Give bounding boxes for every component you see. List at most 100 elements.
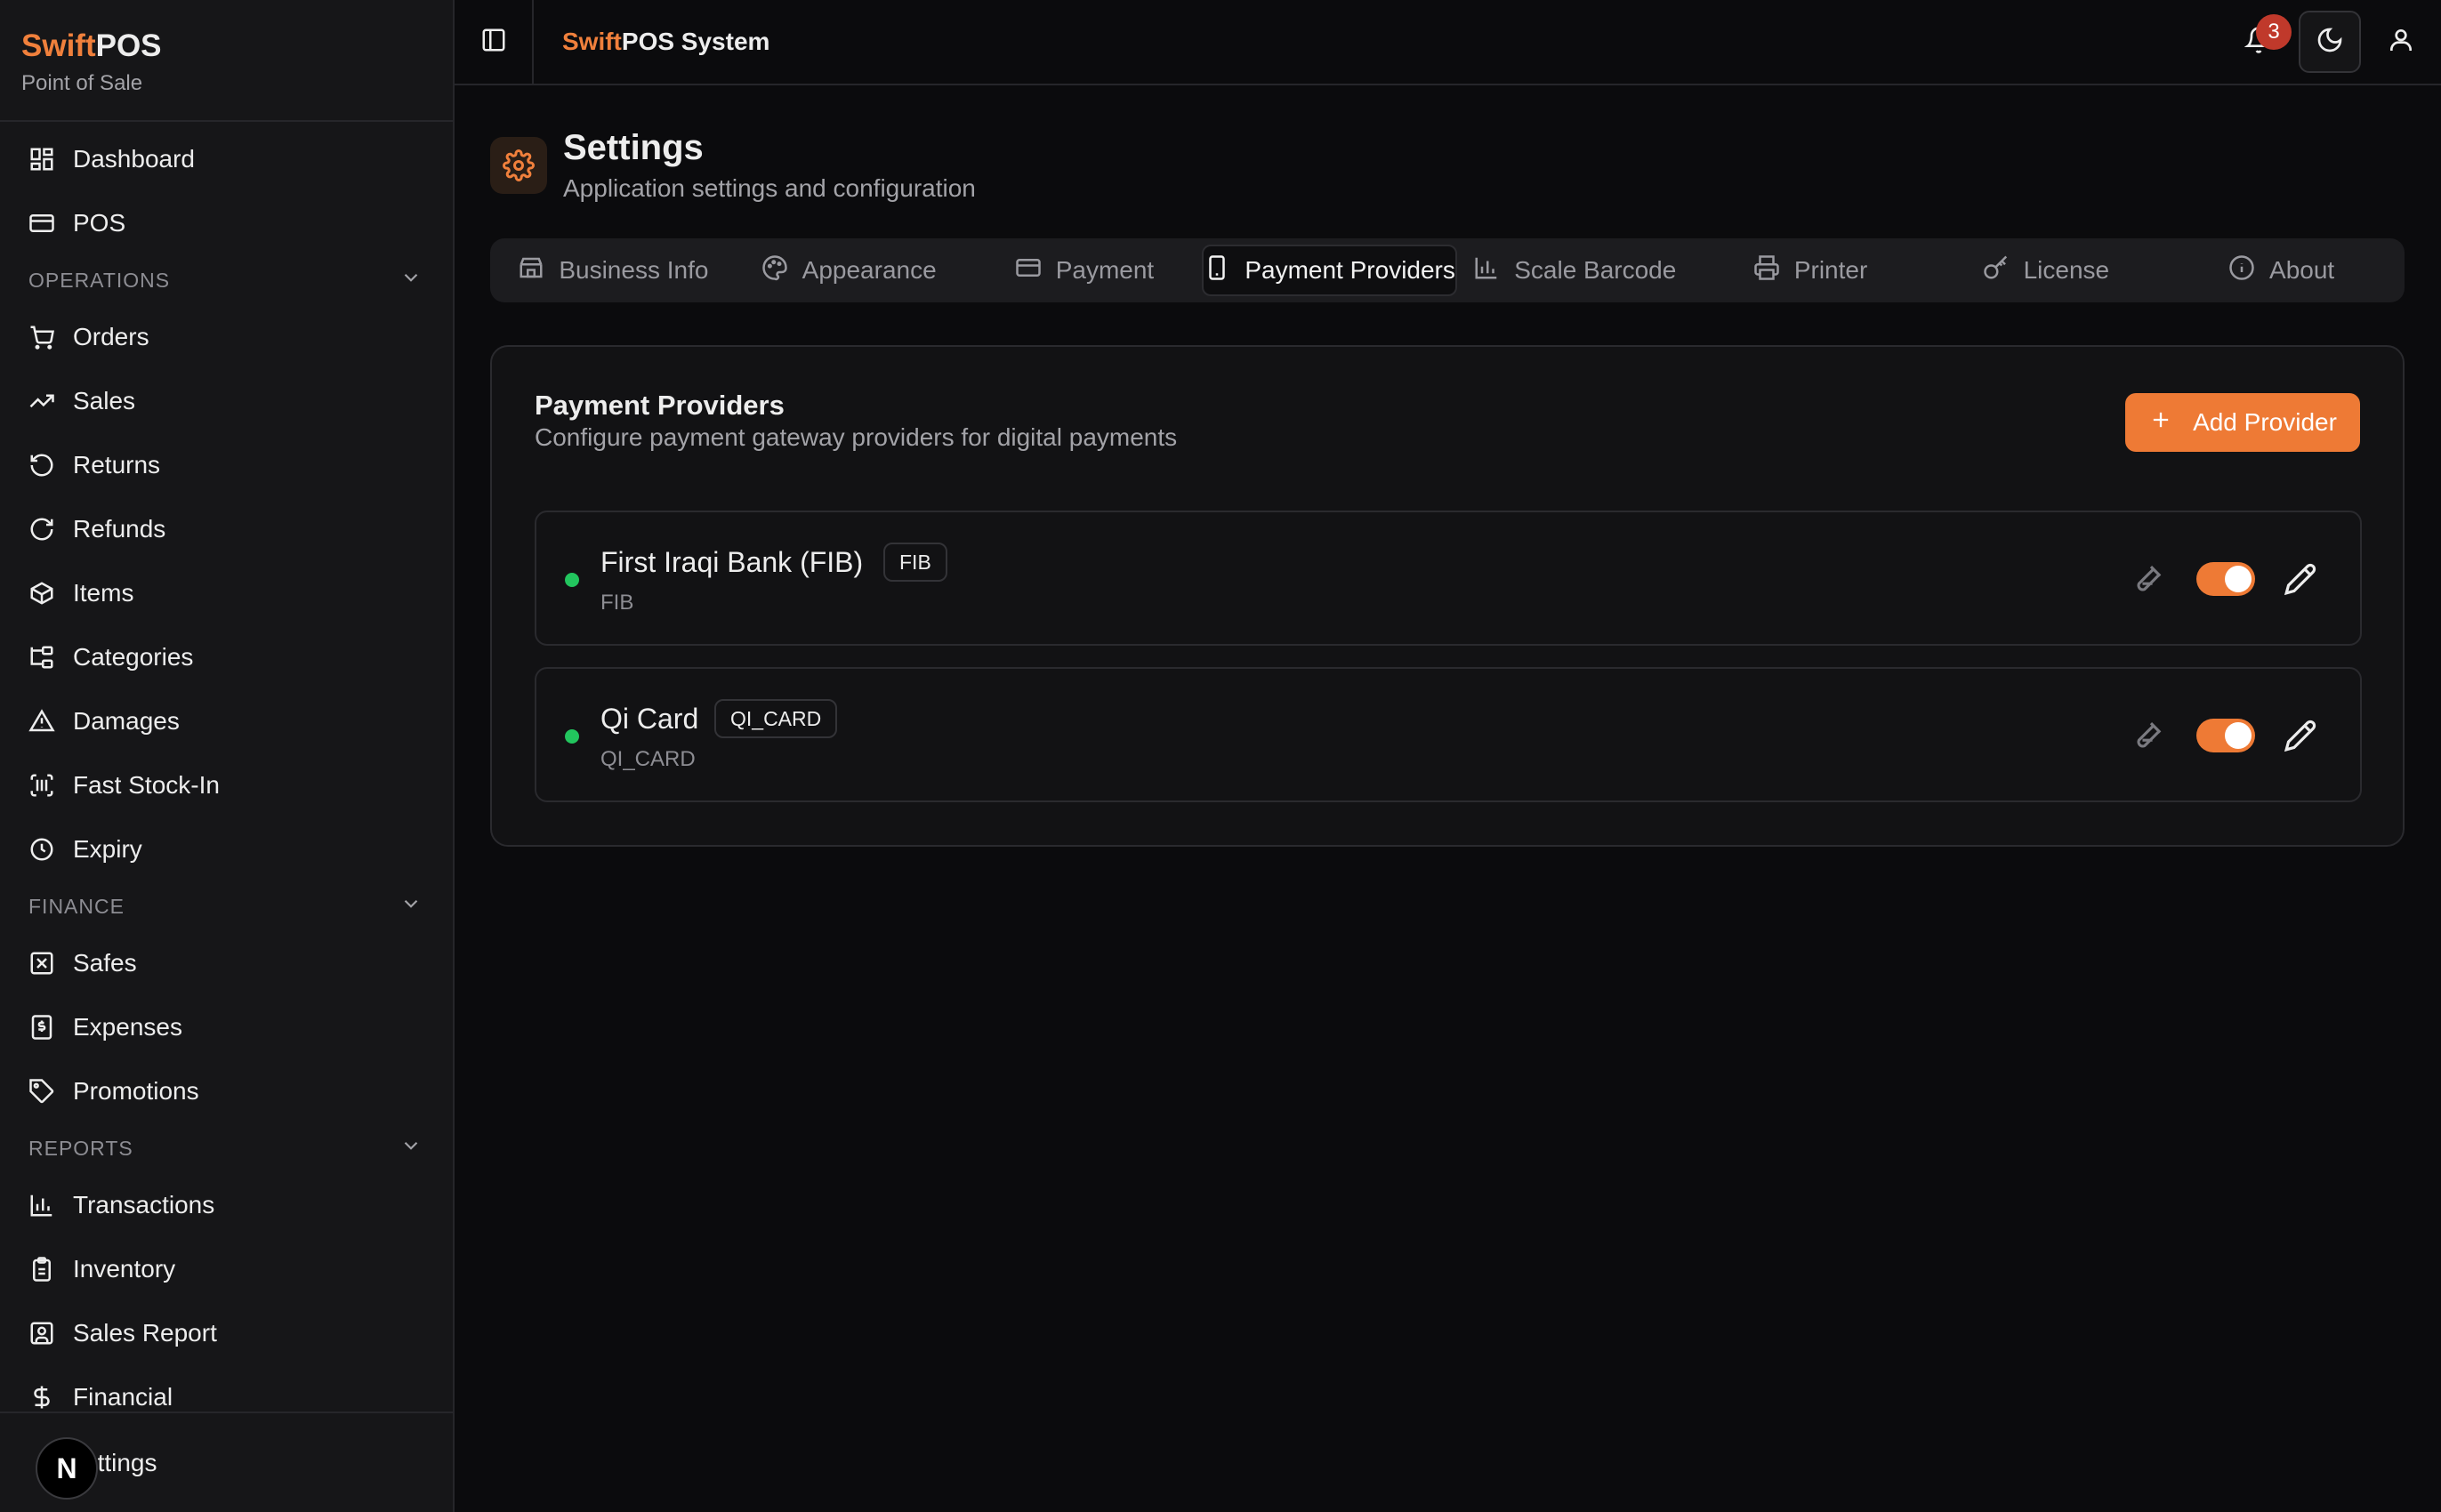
sidebar-item-label: Promotions [73,1077,199,1105]
sidebar-item-label: POS [73,209,126,237]
edit-provider-button[interactable] [2284,562,2317,596]
notifications-button[interactable]: 3 [2228,11,2292,73]
sidebar-item-label: Expiry [73,835,142,863]
sidebar-item-safes[interactable]: Safes [0,931,453,995]
provider-enabled-toggle[interactable] [2196,719,2255,752]
payment-providers-card: Payment Providers Configure payment gate… [490,345,2405,847]
dashboard-icon [28,146,55,173]
credit-card-icon [28,210,55,237]
sidebar-item-label: Items [73,579,134,607]
sidebar-item-dashboard[interactable]: Dashboard [0,127,453,191]
system-title: SwiftPOS System [562,28,769,56]
clock-icon [28,836,55,863]
edit-provider-button[interactable] [2284,719,2317,752]
test-connection-button[interactable] [2131,720,2164,754]
tab-license[interactable]: License [1928,245,2163,296]
scan-barcode-icon [28,772,55,799]
sidebar-item-items[interactable]: Items [0,561,453,625]
system-title-accent: Swift [562,28,622,55]
tag-icon [28,1078,55,1105]
sidebar-item-transactions[interactable]: Transactions [0,1173,453,1237]
section-title: FINANCE [28,894,125,918]
sidebar-item-label: Safes [73,949,137,977]
tab-label: Payment [1055,256,1155,284]
info-icon [2228,254,2269,287]
sidebar-item-label: Refunds [73,515,166,543]
panel-left-icon [480,27,507,58]
tab-label: Payment Providers [1245,256,1455,284]
user-icon [2387,26,2415,59]
pencil-icon [2284,720,2316,752]
system-title-rest: POS System [621,28,770,55]
folder-tree-icon [28,644,55,671]
provider-enabled-toggle[interactable] [2196,562,2255,596]
section-operations-toggle[interactable]: OPERATIONS [0,255,453,305]
sidebar-toggle-button[interactable] [455,0,534,84]
add-provider-button[interactable]: Add Provider [2125,393,2360,452]
sidebar-item-settings[interactable]: ettings N [0,1411,453,1512]
sidebar-item-promotions[interactable]: Promotions [0,1059,453,1123]
brand-title-accent: Swift [21,28,96,63]
section-finance-toggle[interactable]: FINANCE [0,881,453,931]
section-title: OPERATIONS [28,268,171,292]
tab-label: Business Info [559,256,709,284]
notification-count-badge: 3 [2256,14,2292,50]
sidebar-item-label: Sales Report [73,1319,217,1347]
user-menu-button[interactable] [2370,11,2432,73]
provider-name: First Iraqi Bank (FIB) [600,546,864,578]
alert-triangle-icon [28,708,55,735]
tab-payment[interactable]: Payment [967,245,1203,296]
provider-code: QI_CARD [600,747,696,771]
tab-about[interactable]: About [2163,245,2399,296]
provider-code: FIB [600,591,634,615]
sidebar-item-label: Transactions [73,1191,215,1218]
sidebar-item-orders[interactable]: Orders [0,305,453,369]
sidebar-item-expiry[interactable]: Expiry [0,817,453,881]
tab-scale-barcode[interactable]: Scale Barcode [1457,245,1693,296]
sidebar-item-label: Damages [73,707,180,735]
tab-appearance[interactable]: Appearance [731,245,967,296]
main-content: SwiftPOS System 3 Settings Application s… [455,0,2441,1512]
sidebar-item-inventory[interactable]: Inventory [0,1237,453,1301]
printer-icon [1753,254,1794,287]
rotate-ccw-icon [28,452,55,479]
moon-icon [2316,26,2344,59]
sidebar-item-returns[interactable]: Returns [0,433,453,497]
sidebar-item-sales-report[interactable]: Sales Report [0,1301,453,1365]
section-reports-toggle[interactable]: REPORTS [0,1123,453,1173]
receipt-icon [28,1014,55,1041]
sidebar-item-damages[interactable]: Damages [0,689,453,753]
sidebar-item-label: Fast Stock-In [73,771,220,799]
avatar[interactable]: N [36,1437,98,1500]
tab-payment-providers[interactable]: Payment Providers [1202,245,1457,296]
brand-title: SwiftPOS [21,27,431,66]
test-connection-button[interactable] [2131,564,2164,598]
card-title: Payment Providers [535,390,785,421]
add-provider-label: Add Provider [2193,408,2337,436]
sidebar-item-refunds[interactable]: Refunds [0,497,453,561]
sidebar-item-label: Returns [73,451,161,479]
page-header: Settings Application settings and config… [490,126,976,203]
tab-printer[interactable]: Printer [1693,245,1929,296]
sidebar-item-expenses[interactable]: Expenses [0,995,453,1059]
user-square-icon [28,1320,55,1347]
sidebar-item-sales[interactable]: Sales [0,369,453,433]
sidebar-item-pos[interactable]: POS [0,191,453,255]
tab-business-info[interactable]: Business Info [495,245,731,296]
bar-chart-icon [28,1192,55,1218]
section-title: REPORTS [28,1136,133,1160]
settings-gear-icon [490,137,547,194]
tab-label: Appearance [802,256,937,284]
store-icon [518,254,559,287]
provider-name: Qi Card [600,703,699,735]
tab-label: License [2023,256,2110,284]
page-subtitle: Application settings and configuration [563,174,976,202]
sidebar-item-fast-stock-in[interactable]: Fast Stock-In [0,753,453,817]
theme-toggle-button[interactable] [2299,11,2361,73]
topbar: SwiftPOS System 3 [455,0,2441,85]
sidebar-item-label: Orders [73,323,149,350]
sidebar-item-label: Categories [73,643,194,671]
brand-title-rest: POS [95,28,162,63]
sidebar-item-categories[interactable]: Categories [0,625,453,689]
tab-label: Scale Barcode [1514,256,1677,284]
